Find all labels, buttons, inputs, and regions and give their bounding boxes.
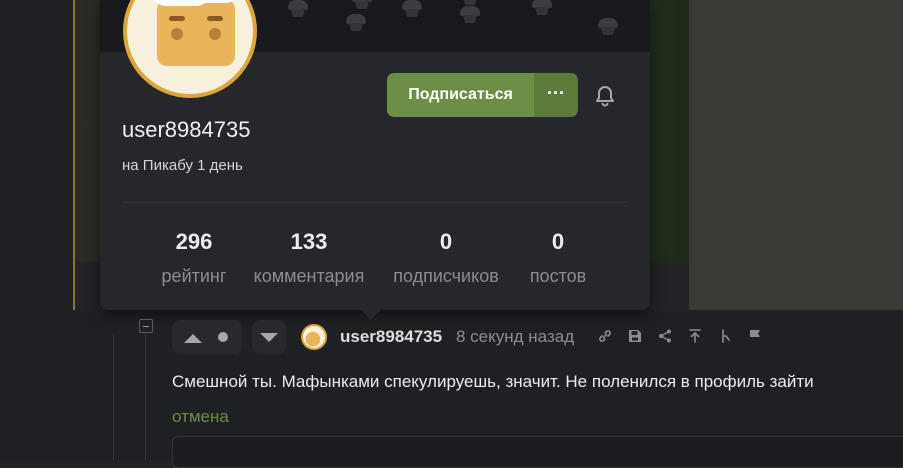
muffin-pattern-icon <box>346 14 366 32</box>
stat-label: постов <box>529 266 587 286</box>
profile-username[interactable]: user8984735 <box>122 117 250 143</box>
muffin-pattern-icon <box>532 0 552 16</box>
share-icon[interactable] <box>656 327 674 345</box>
cancel-link[interactable]: отмена <box>172 407 229 427</box>
left-gutter <box>0 0 74 460</box>
downvote-button[interactable] <box>252 320 286 354</box>
thread-line <box>145 334 146 460</box>
muffin-pattern-icon <box>402 0 422 18</box>
stat-value: 0 <box>439 229 453 254</box>
flag-icon[interactable] <box>746 327 764 345</box>
stat-subscribers[interactable]: 0 подписчиков <box>382 228 510 287</box>
stat-label: подписчиков <box>393 266 499 286</box>
stat-posts[interactable]: 0 постов <box>514 228 602 287</box>
right-panel <box>689 0 903 310</box>
muffin-pattern-icon <box>460 6 480 24</box>
comment-avatar[interactable] <box>301 324 327 350</box>
story-border-line <box>73 0 75 310</box>
stat-value: 133 <box>290 229 328 254</box>
reply-input[interactable] <box>172 436 903 468</box>
profile-since: на Пикабу 1 день <box>122 157 243 174</box>
muffin-pattern-icon <box>460 0 480 6</box>
muffin-pattern-icon <box>352 0 372 10</box>
upvote-button[interactable] <box>172 320 242 354</box>
stat-label: комментария <box>253 266 365 286</box>
muffin-pattern-icon <box>288 0 308 18</box>
stat-comments[interactable]: 133 комментария <box>246 228 372 287</box>
bell-icon[interactable] <box>593 84 617 108</box>
thread-line <box>113 334 114 460</box>
subscribe-button[interactable]: Подписаться <box>387 73 534 117</box>
arrow-up-icon <box>184 334 202 343</box>
stat-rating[interactable]: 296 рейтинг <box>146 228 242 287</box>
comment-username[interactable]: user8984735 <box>340 327 442 347</box>
profile-avatar[interactable] <box>123 0 257 98</box>
arrow-down-icon <box>260 333 278 342</box>
profile-popup: user8984735 на Пикабу 1 день Подписаться… <box>100 0 650 310</box>
link-icon[interactable] <box>596 327 614 345</box>
save-icon[interactable] <box>626 327 644 345</box>
comment-time[interactable]: 8 секунд назад <box>456 327 574 347</box>
comment-text: Смешной ты. Мафынками спекулируешь, знач… <box>172 372 814 391</box>
muffin-pattern-icon <box>598 18 618 36</box>
branch-icon[interactable] <box>716 327 734 345</box>
stat-label: рейтинг <box>161 266 227 286</box>
stat-value: 0 <box>551 229 565 254</box>
upload-icon[interactable] <box>686 327 704 345</box>
stat-value: 296 <box>175 229 213 254</box>
rating-dot-icon <box>218 332 228 342</box>
collapse-icon[interactable] <box>139 319 153 333</box>
profile-divider <box>122 202 628 203</box>
more-options-button[interactable]: ··· <box>534 73 578 117</box>
